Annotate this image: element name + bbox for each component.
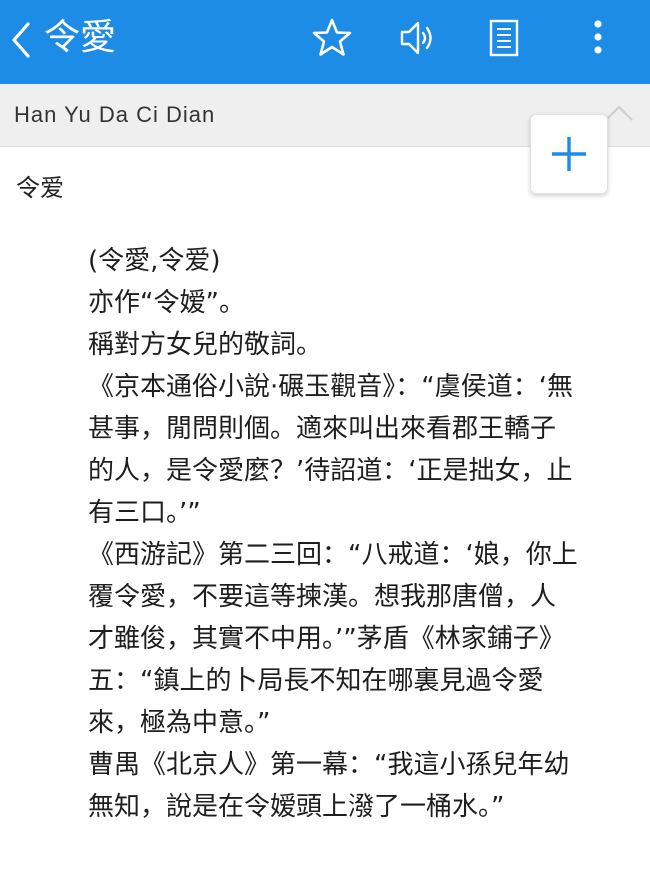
dictionary-name: Han Yu Da Ci Dian	[14, 102, 216, 127]
definition-line: 覆令愛，不要這等揀漢。想我那唐僧，人	[88, 582, 557, 612]
entry-headword: 令爱	[16, 174, 64, 202]
definition-line: 亦作“令嫒”。	[88, 288, 245, 318]
definition-line: 有三口。’”	[88, 498, 201, 528]
definition-line: (令愛,令爱)	[88, 246, 221, 276]
star-icon[interactable]	[310, 16, 354, 60]
definition-line: 的人，是令愛麼？’待詔道：‘正是拙女，止	[88, 456, 573, 486]
book-icon[interactable]	[482, 16, 526, 60]
definition-line: 《京本通俗小說·碾玉觀音》：“虞侯道：‘無	[88, 372, 573, 402]
definition-line: 稱對方女兒的敬詞。	[88, 330, 323, 360]
definition-line: 《西游記》第二三回：“八戒道：‘娘，你上	[88, 540, 578, 570]
definition-line: 無知，說是在令嫒頭上潑了一桶水。”	[88, 792, 505, 822]
definition-line: 才雖俊，其實不中用。’”茅盾《林家鋪子》	[88, 624, 565, 654]
add-to-favorites-button[interactable]	[530, 114, 608, 194]
definition-line: 來，極為中意。”	[88, 708, 271, 738]
page-title: 令愛	[44, 17, 117, 58]
plus-icon	[552, 137, 586, 171]
definition-line: 曹禺《北京人》第一幕：“我這小孫兒年幼	[88, 750, 570, 780]
top-app-bar: 令愛	[0, 0, 650, 84]
entry-definition: (令愛,令爱) 亦作“令嫒”。 稱對方女兒的敬詞。 《京本通俗小說·碾玉觀音》：…	[88, 240, 636, 828]
speaker-icon[interactable]	[396, 16, 440, 60]
definition-line: 五：“鎮上的卜局長不知在哪裏見過令愛	[88, 666, 544, 696]
more-vertical-icon[interactable]	[576, 16, 620, 60]
definition-line: 甚事，閒問則個。適來叫出來看郡王轎子	[88, 414, 557, 444]
chevron-left-icon[interactable]	[6, 18, 36, 62]
